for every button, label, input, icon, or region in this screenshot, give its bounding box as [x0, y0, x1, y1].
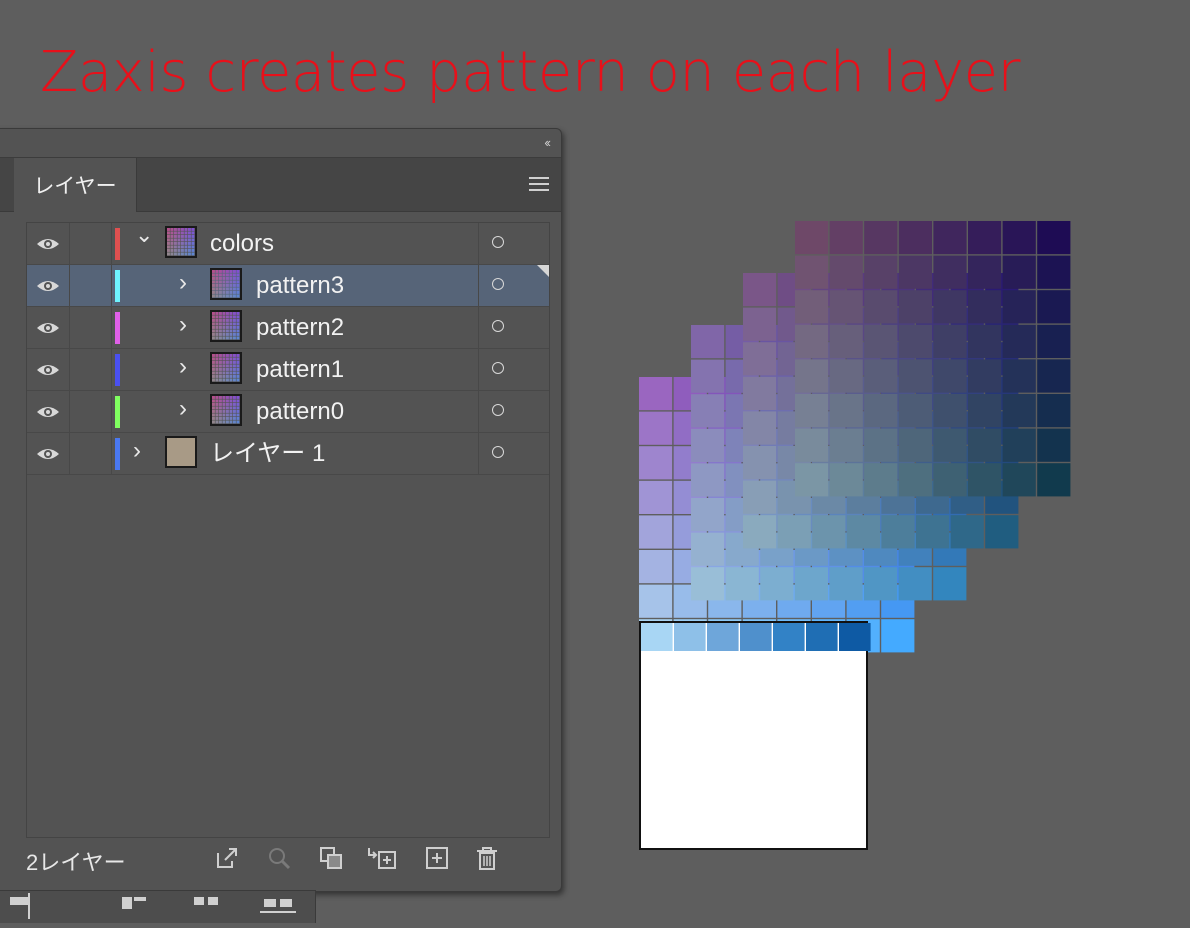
lock-toggle[interactable] — [70, 433, 112, 474]
layer-color-swatch — [115, 438, 120, 470]
layers-panel: ‹‹ レイヤー ⌄ colors › pattern3 › pattern2 › patter… — [0, 128, 562, 892]
swatch-cell — [641, 623, 673, 651]
layer-thumbnail — [165, 436, 197, 468]
chevron-right-icon[interactable]: › — [179, 271, 187, 295]
panel-tab-bar: レイヤー — [0, 157, 561, 212]
target-circle-icon[interactable] — [492, 278, 504, 290]
target-circle-icon[interactable] — [492, 362, 504, 374]
layer-row[interactable]: › pattern2 — [27, 307, 549, 349]
layer-color-swatch — [115, 270, 120, 302]
visibility-eye-icon[interactable] — [27, 265, 70, 306]
new-layer-icon[interactable] — [424, 845, 450, 871]
swatch-cell — [707, 623, 739, 651]
lock-toggle[interactable] — [70, 391, 112, 432]
chevron-right-icon[interactable]: › — [179, 397, 187, 421]
collapse-panel-button[interactable]: ‹‹ — [544, 135, 551, 150]
trash-icon[interactable] — [474, 845, 500, 871]
layer-thumbnail — [165, 226, 197, 258]
layer-thumbnail — [210, 394, 242, 426]
tab-layers[interactable]: レイヤー — [14, 158, 137, 212]
chevron-right-icon[interactable]: › — [179, 355, 187, 379]
layer-row[interactable]: › pattern3 — [27, 265, 549, 307]
layer-thumbnail — [210, 352, 242, 384]
panel-menu-icon[interactable] — [529, 177, 549, 193]
visibility-eye-icon[interactable] — [27, 349, 70, 390]
swatch-cell — [806, 623, 838, 651]
chevron-right-icon[interactable]: › — [133, 439, 141, 463]
target-circle-icon[interactable] — [492, 446, 504, 458]
lock-toggle[interactable] — [70, 265, 112, 306]
target-circle-icon[interactable] — [492, 320, 504, 332]
layers-list: ⌄ colors › pattern3 › pattern2 › pattern1 › patte… — [26, 222, 550, 838]
target-circle-icon[interactable] — [492, 236, 504, 248]
layer-color-swatch — [115, 396, 120, 428]
visibility-eye-icon[interactable] — [27, 433, 70, 474]
layer-name[interactable]: pattern0 — [256, 399, 344, 425]
layer-color-swatch — [115, 354, 120, 386]
swatch-cell — [740, 623, 772, 651]
clip-mask-icon[interactable] — [318, 845, 344, 871]
layer-thumbnail — [210, 310, 242, 342]
lock-toggle[interactable] — [70, 223, 112, 264]
layer-row[interactable]: › レイヤー 1 — [27, 433, 549, 475]
search-icon[interactable] — [266, 845, 292, 871]
target-circle-icon[interactable] — [492, 404, 504, 416]
layer-name[interactable]: pattern2 — [256, 315, 344, 341]
layer-thumbnail — [210, 268, 242, 300]
swatch-cell — [674, 623, 706, 651]
selected-indicator — [537, 265, 549, 277]
panel-footer: 2レイヤー — [26, 843, 546, 875]
layer-row[interactable]: › pattern1 — [27, 349, 549, 391]
swatch-cell — [773, 623, 805, 651]
export-icon[interactable] — [214, 845, 240, 871]
swatch-cell — [839, 623, 871, 651]
bottom-toolbar-strip — [0, 885, 316, 923]
layer-name[interactable]: pattern3 — [256, 273, 344, 299]
layer-row[interactable]: › pattern0 — [27, 391, 549, 433]
layer-row[interactable]: ⌄ colors — [27, 223, 549, 265]
layer-name[interactable]: colors — [210, 231, 274, 257]
layer-color-swatch — [115, 228, 120, 260]
lock-toggle[interactable] — [70, 307, 112, 348]
layer-count: 2レイヤー — [26, 850, 126, 875]
visibility-eye-icon[interactable] — [27, 223, 70, 264]
chevron-right-icon[interactable]: › — [179, 313, 187, 337]
chevron-down-icon[interactable]: ⌄ — [135, 224, 153, 246]
layer-name[interactable]: レイヤー 1 — [210, 441, 325, 467]
layer-color-swatch — [115, 312, 120, 344]
layer-name[interactable]: pattern1 — [256, 357, 344, 383]
lock-toggle[interactable] — [70, 349, 112, 390]
visibility-eye-icon[interactable] — [27, 307, 70, 348]
move-to-layer-icon[interactable] — [366, 845, 398, 871]
visibility-eye-icon[interactable] — [27, 391, 70, 432]
